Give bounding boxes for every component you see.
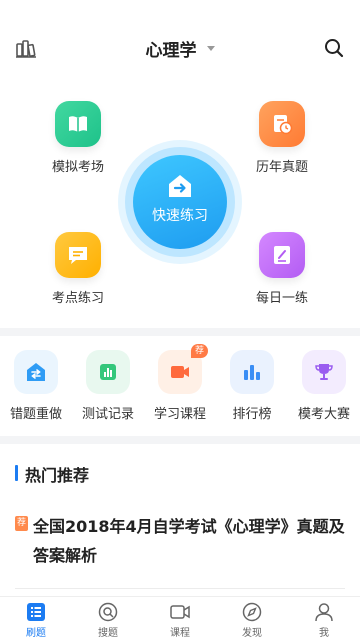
- compass-icon: [242, 602, 262, 622]
- quick-practice-button[interactable]: 快速练习: [118, 140, 242, 264]
- point-practice-label: 考点练习: [51, 291, 104, 306]
- book-icon: [55, 101, 101, 147]
- recommend-badge: 荐: [190, 344, 208, 358]
- bottom-tab-bar: 刷题 搜题 课程 发现 我: [0, 596, 360, 640]
- tab-search-questions[interactable]: 搜题: [72, 602, 144, 639]
- user-icon: [315, 603, 333, 622]
- list-divider: [15, 588, 345, 589]
- list-icon: [27, 603, 45, 621]
- tab-practice[interactable]: 刷题: [0, 602, 72, 639]
- trophy-icon: [302, 350, 346, 394]
- daily-practice-label: 每日一练: [255, 291, 308, 306]
- home-arrow-icon: [169, 175, 191, 197]
- grid-label: 排行榜: [232, 407, 272, 422]
- chevron-down-icon: [206, 46, 215, 51]
- leaderboard-icon: [230, 350, 274, 394]
- grid-item-courses[interactable]: 荐 学习课程: [144, 344, 216, 422]
- quick-practice-core: 快速练习: [133, 155, 227, 249]
- quick-practice-label: 快速练习: [152, 208, 208, 224]
- section-marker: [15, 465, 18, 481]
- section-divider: [0, 436, 360, 444]
- tab-me[interactable]: 我: [288, 602, 360, 639]
- tab-label: 发现: [242, 628, 262, 639]
- grid-item-mock-contest[interactable]: 模考大赛: [288, 350, 360, 422]
- tab-label: 刷题: [26, 628, 46, 639]
- chat-icon: [55, 232, 101, 278]
- point-practice-button[interactable]: 考点练习: [23, 232, 133, 306]
- function-grid: 错题重做 测试记录 荐 学习课程 排行榜 模考大赛: [0, 336, 360, 436]
- grid-label: 学习课程: [153, 407, 206, 422]
- section-divider: [0, 328, 360, 336]
- search-icon[interactable]: [324, 38, 344, 58]
- tab-label: 课程: [170, 628, 190, 639]
- past-papers-label: 历年真题: [255, 160, 308, 175]
- article-item[interactable]: 荐 全国2018年4月自学考试《心理学》真题及答案解析: [15, 512, 347, 570]
- grid-item-leaderboard[interactable]: 排行榜: [216, 350, 288, 422]
- mock-exam-label: 模拟考场: [51, 160, 104, 175]
- test-record-icon: [86, 350, 130, 394]
- app-header: 心理学: [0, 0, 360, 96]
- video-icon: [170, 605, 190, 619]
- article-title: 全国2018年4月自学考试《心理学》真题及答案解析: [33, 517, 345, 565]
- edit-icon: [259, 232, 305, 278]
- grid-label: 错题重做: [9, 407, 62, 422]
- subject-selector[interactable]: 心理学: [0, 36, 360, 61]
- search-circle-icon: [98, 602, 118, 622]
- tab-discover[interactable]: 发现: [216, 602, 288, 639]
- tab-label: 搜题: [98, 628, 118, 639]
- practice-hero: 模拟考场 历年真题 快速练习 考点练习 每日一练: [0, 96, 360, 328]
- grid-label: 模考大赛: [297, 407, 350, 422]
- tab-courses[interactable]: 课程: [144, 602, 216, 639]
- grid-label: 测试记录: [81, 407, 134, 422]
- grid-item-test-record[interactable]: 测试记录: [72, 350, 144, 422]
- tab-label: 我: [319, 628, 329, 639]
- past-papers-button[interactable]: 历年真题: [227, 101, 337, 175]
- hot-section-title: 热门推荐: [25, 466, 90, 485]
- page-title: 心理学: [145, 41, 197, 61]
- mock-exam-button[interactable]: 模拟考场: [23, 101, 133, 175]
- redo-wrong-icon: [14, 350, 58, 394]
- grid-item-redo-wrong[interactable]: 错题重做: [0, 350, 72, 422]
- daily-practice-button[interactable]: 每日一练: [227, 232, 337, 306]
- video-course-icon: 荐: [158, 344, 208, 394]
- paper-clock-icon: [259, 101, 305, 147]
- recommend-tag: 荐: [15, 516, 28, 531]
